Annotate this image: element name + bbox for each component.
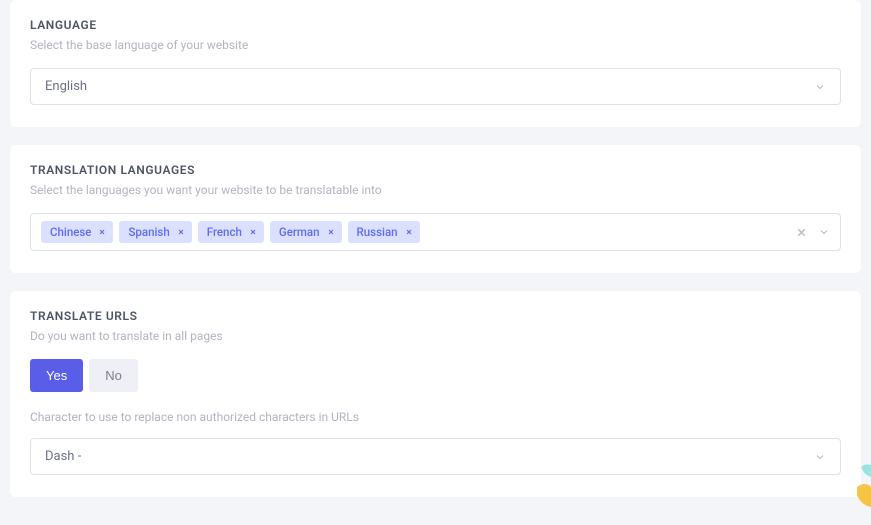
translation-tag: French [198, 221, 264, 243]
no-button[interactable]: No [89, 359, 138, 392]
chevron-down-icon[interactable] [818, 226, 830, 238]
language-selected-value: English [45, 79, 87, 94]
tag-label: Spanish [128, 225, 169, 239]
urls-title: TRANSLATE URLS [30, 309, 841, 323]
language-title: LANGUAGE [30, 18, 841, 32]
urls-desc: Do you want to translate in all pages [30, 329, 841, 343]
tag-label: Chinese [50, 225, 91, 239]
tag-remove-icon[interactable] [249, 228, 257, 236]
tag-remove-icon[interactable] [177, 228, 185, 236]
translation-title: TRANSLATION LANGUAGES [30, 163, 841, 177]
multiselect-actions [795, 226, 830, 239]
language-card: LANGUAGE Select the base language of you… [10, 0, 861, 127]
tag-label: Russian [357, 225, 398, 239]
tag-label: French [207, 225, 242, 239]
yes-button[interactable]: Yes [30, 359, 83, 392]
translate-urls-card: TRANSLATE URLS Do you want to translate … [10, 291, 861, 497]
tag-remove-icon[interactable] [327, 228, 335, 236]
tag-remove-icon[interactable] [405, 228, 413, 236]
translation-desc: Select the languages you want your websi… [30, 183, 841, 197]
tag-label: German [279, 225, 320, 239]
url-character-desc: Character to use to replace non authoriz… [30, 410, 841, 424]
translate-urls-toggle: Yes No [30, 359, 138, 392]
translation-multiselect[interactable]: Chinese Spanish French German Russian [30, 213, 841, 251]
chevron-down-icon [814, 451, 826, 463]
tag-remove-icon[interactable] [98, 228, 106, 236]
translation-card: TRANSLATION LANGUAGES Select the languag… [10, 145, 861, 273]
translation-tag: German [270, 221, 342, 243]
url-character-selected-value: Dash - [45, 449, 81, 464]
translation-tag: Chinese [41, 221, 113, 243]
language-desc: Select the base language of your website [30, 38, 841, 52]
translation-tag: Spanish [119, 221, 191, 243]
translation-tag: Russian [348, 221, 420, 243]
language-select[interactable]: English [30, 68, 841, 105]
url-character-select[interactable]: Dash - [30, 438, 841, 475]
translation-tags-container: Chinese Spanish French German Russian [41, 221, 795, 243]
clear-all-icon[interactable] [795, 226, 808, 239]
chevron-down-icon [814, 81, 826, 93]
